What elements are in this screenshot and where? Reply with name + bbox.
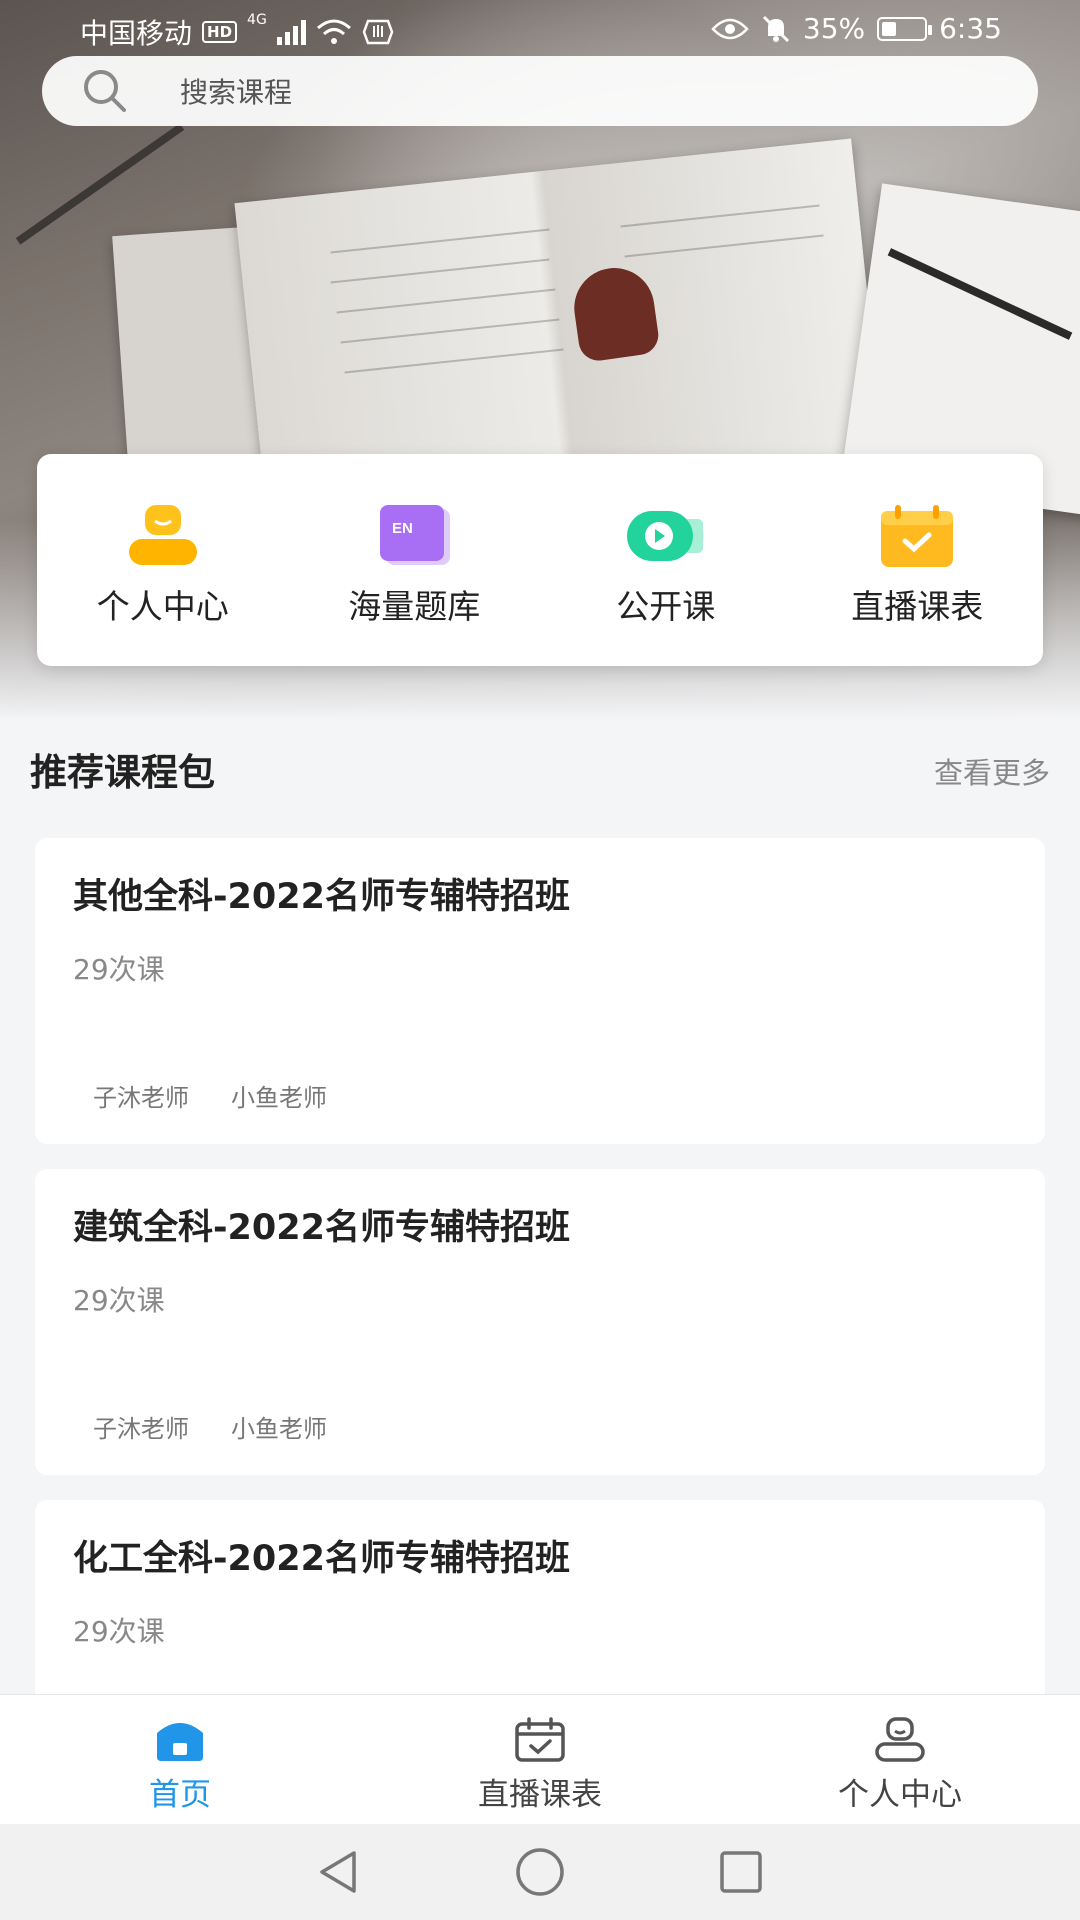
tab-personal-center[interactable]: 个人中心 — [720, 1695, 1080, 1825]
search-input[interactable]: 搜索课程 — [42, 56, 1038, 126]
course-card[interactable]: 建筑全科-2022名师专辅特招班 29次课 子沐老师 小鱼老师 — [35, 1169, 1045, 1475]
search-placeholder: 搜索课程 — [180, 76, 293, 109]
tab-label: 个人中心 — [838, 1777, 962, 1813]
teacher-name: 小鱼老师 — [231, 1415, 327, 1443]
quick-item-label: 直播课表 — [851, 587, 984, 626]
section-title: 推荐课程包 — [30, 751, 215, 794]
tab-label: 首页 — [149, 1777, 211, 1813]
user-icon — [128, 505, 197, 565]
quick-menu: 个人中心 EN 海量题库 公开课 直播课表 — [37, 454, 1043, 666]
recent-apps-icon[interactable] — [716, 1847, 766, 1897]
see-more-link[interactable]: 查看更多 — [934, 750, 1050, 792]
course-teachers: 子沐老师 小鱼老师 — [93, 1409, 327, 1444]
battery-percent: 35% — [802, 12, 866, 45]
bottom-tab-bar: 首页 直播课表 个人中心 — [0, 1694, 1080, 1825]
course-lesson-count: 29次课 — [73, 953, 165, 986]
course-title: 其他全科-2022名师专辅特招班 — [73, 877, 570, 917]
teacher-name: 小鱼老师 — [231, 1084, 327, 1112]
bell-muted-icon — [762, 15, 789, 42]
course-lesson-count: 29次课 — [73, 1615, 165, 1648]
hand-icon — [362, 19, 394, 45]
clock: 6:35 — [939, 12, 1002, 45]
wifi-icon — [316, 19, 351, 44]
quick-item-live-schedule[interactable]: 直播课表 — [792, 454, 1044, 666]
tab-live-schedule[interactable]: 直播课表 — [360, 1695, 720, 1825]
quick-item-open-class[interactable]: 公开课 — [540, 454, 792, 666]
battery-icon — [877, 16, 933, 41]
quick-item-question-bank[interactable]: EN 海量题库 — [289, 454, 541, 666]
eye-icon — [711, 18, 749, 39]
search-icon — [84, 70, 126, 112]
home-circle-icon[interactable] — [514, 1846, 566, 1898]
teacher-name: 子沐老师 — [93, 1415, 189, 1443]
open-class-video-icon — [626, 511, 703, 561]
quick-item-label: 公开课 — [616, 587, 716, 626]
tab-home[interactable]: 首页 — [0, 1695, 360, 1825]
course-title: 化工全科-2022名师专辅特招班 — [73, 1539, 570, 1579]
course-card[interactable]: 其他全科-2022名师专辅特招班 29次课 子沐老师 小鱼老师 — [35, 838, 1045, 1144]
course-lesson-count: 29次课 — [73, 1284, 165, 1317]
quick-item-label: 个人中心 — [96, 587, 229, 626]
profile-icon — [875, 1717, 925, 1762]
calendar-icon — [881, 505, 954, 567]
course-title: 建筑全科-2022名师专辅特招班 — [73, 1208, 570, 1248]
home-icon — [157, 1723, 203, 1761]
course-card[interactable]: 化工全科-2022名师专辅特招班 29次课 — [35, 1500, 1045, 1720]
quick-item-label: 海量题库 — [348, 587, 481, 626]
system-nav-bar — [0, 1824, 1080, 1920]
hd-badge: HD — [202, 21, 238, 43]
back-icon[interactable] — [314, 1847, 364, 1897]
course-teachers: 子沐老师 小鱼老师 — [93, 1078, 327, 1113]
carrier-label: 中国移动 — [80, 17, 193, 50]
signal-icon — [276, 19, 306, 45]
network-type: 4G — [247, 12, 267, 28]
quick-item-personal-center[interactable]: 个人中心 — [37, 454, 289, 666]
calendar-check-icon — [515, 1717, 565, 1762]
svg-text:EN: EN — [392, 520, 413, 537]
status-bar: 中国移动 HD 4G 35% 6:35 — [0, 0, 1080, 60]
teacher-name: 子沐老师 — [93, 1084, 189, 1112]
tab-label: 直播课表 — [478, 1777, 602, 1813]
question-bank-icon: EN — [380, 505, 451, 565]
